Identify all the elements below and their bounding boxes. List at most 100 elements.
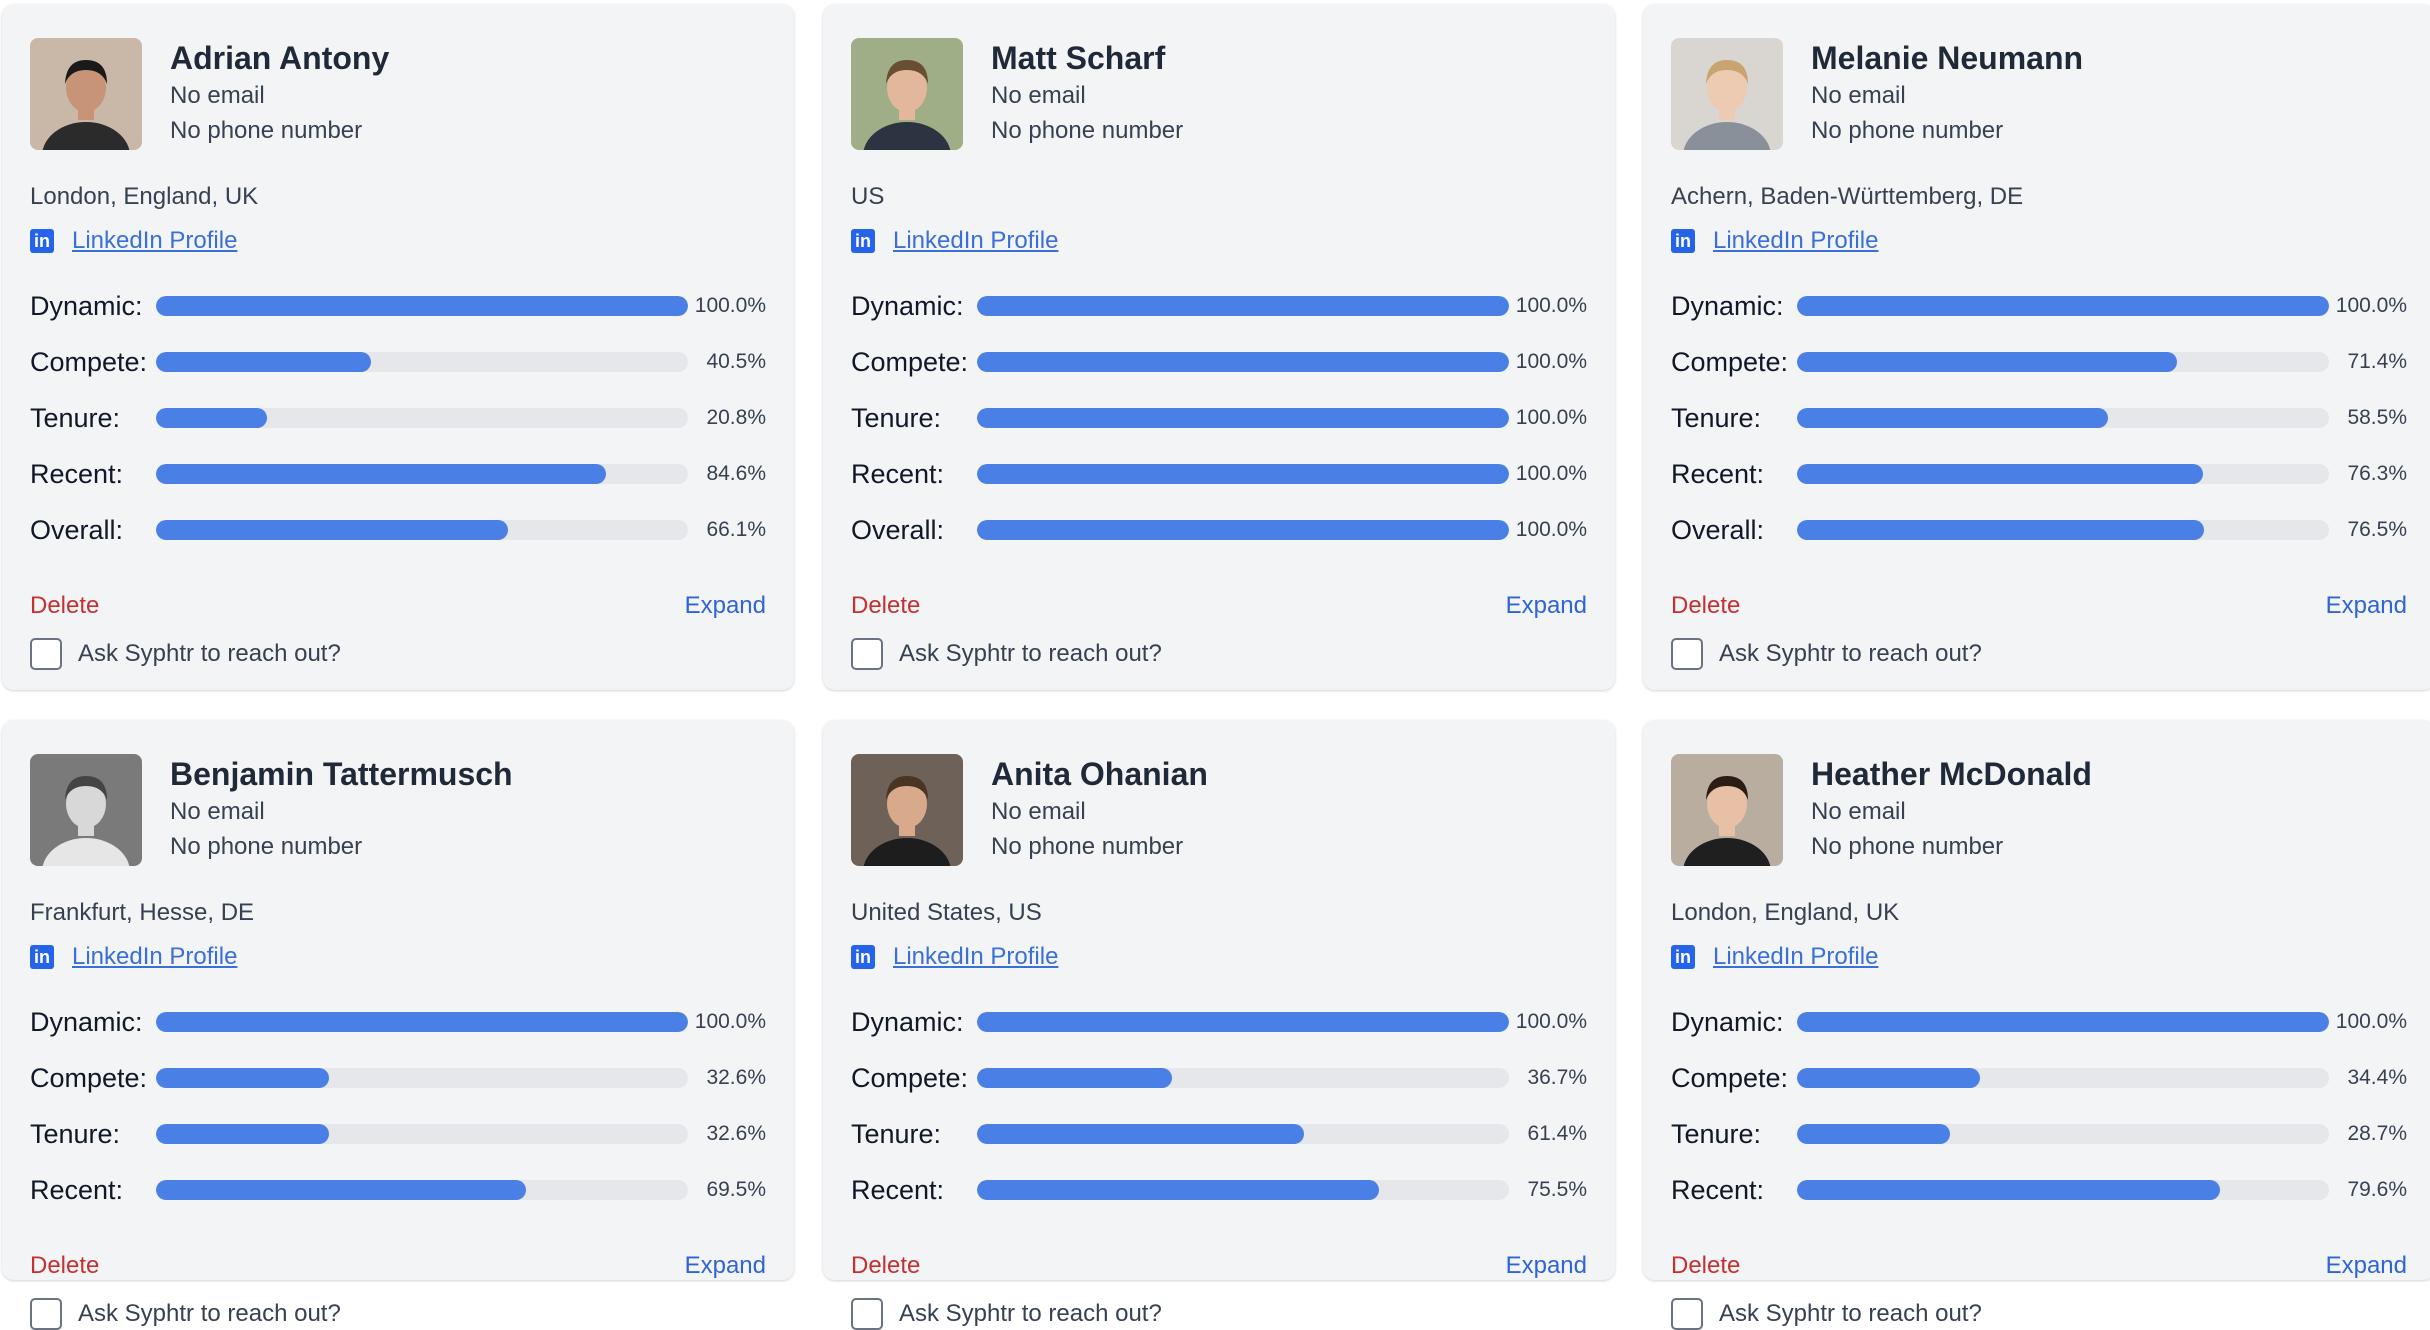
candidate-name: Heather McDonald <box>1811 756 2092 792</box>
candidate-card: Adrian Antony No email No phone number L… <box>2 4 794 690</box>
linkedin-profile-link[interactable]: LinkedIn Profile <box>72 227 237 255</box>
score-metrics: Dynamic: 100.0% Compete: 32.6% Tenure: 3… <box>30 994 766 1218</box>
card-actions: Delete Expand <box>1671 592 2407 620</box>
reach-out-checkbox[interactable] <box>851 638 883 670</box>
metric-bar-track <box>156 1180 688 1200</box>
metric-label: Tenure: <box>851 402 942 433</box>
avatar <box>1671 754 1783 866</box>
metric-label: Compete: <box>30 346 148 377</box>
delete-button[interactable]: Delete <box>1671 592 1740 620</box>
metric-bar-track <box>977 1068 1509 1088</box>
linkedin-profile-link[interactable]: LinkedIn Profile <box>893 943 1058 971</box>
linkedin-icon: in <box>30 945 54 969</box>
delete-button[interactable]: Delete <box>30 1252 99 1280</box>
score-metrics: Dynamic: 100.0% Compete: 71.4% Tenure: 5… <box>1671 278 2407 558</box>
metric-bar-fill <box>977 408 1509 428</box>
metric-label: Dynamic: <box>851 290 964 321</box>
metric-bar-track <box>977 520 1509 540</box>
metric-row: Recent: 84.6% <box>30 446 766 502</box>
metric-label: Tenure: <box>30 402 121 433</box>
card-header: Matt Scharf No email No phone number <box>851 38 1587 150</box>
avatar <box>851 754 963 866</box>
metric-bar-track <box>977 352 1509 372</box>
delete-button[interactable]: Delete <box>851 1252 920 1280</box>
metric-bar-fill <box>1797 1124 1950 1144</box>
delete-button[interactable]: Delete <box>851 592 920 620</box>
metric-value: 20.8% <box>706 406 766 429</box>
delete-button[interactable]: Delete <box>1671 1252 1740 1280</box>
candidate-email: No email <box>991 798 1086 825</box>
expand-button[interactable]: Expand <box>1506 592 1587 620</box>
metric-bar-track <box>977 1012 1509 1032</box>
linkedin-profile-link[interactable]: LinkedIn Profile <box>893 227 1058 255</box>
linkedin-profile-link[interactable]: LinkedIn Profile <box>72 943 237 971</box>
metric-value: 36.7% <box>1527 1066 1587 1089</box>
card-header: Melanie Neumann No email No phone number <box>1671 38 2407 150</box>
metric-row: Tenure: 61.4% <box>851 1106 1587 1162</box>
reach-out-checkbox[interactable] <box>1671 1298 1703 1330</box>
metric-label: Recent: <box>851 1174 945 1205</box>
metric-row: Dynamic: 100.0% <box>30 278 766 334</box>
metric-bar-fill <box>1797 464 2203 484</box>
reach-out-row: Ask Syphtr to reach out? <box>851 638 1587 670</box>
candidate-location: Achern, Baden-Württemberg, DE <box>1671 183 2024 210</box>
expand-button[interactable]: Expand <box>685 592 766 620</box>
linkedin-profile-link[interactable]: LinkedIn Profile <box>1713 943 1878 971</box>
candidate-name: Adrian Antony <box>170 40 390 76</box>
metric-bar-fill <box>977 1124 1304 1144</box>
expand-button[interactable]: Expand <box>1506 1252 1587 1280</box>
expand-button[interactable]: Expand <box>2326 1252 2407 1280</box>
metric-value: 28.7% <box>2347 1122 2407 1145</box>
metric-bar-track <box>156 520 688 540</box>
metric-bar-track <box>1797 408 2329 428</box>
reach-out-row: Ask Syphtr to reach out? <box>30 1298 766 1330</box>
avatar <box>851 38 963 150</box>
metric-value: 34.4% <box>2347 1066 2407 1089</box>
expand-button[interactable]: Expand <box>685 1252 766 1280</box>
metric-row: Dynamic: 100.0% <box>851 994 1587 1050</box>
candidate-email: No email <box>170 82 265 109</box>
metric-bar-fill <box>977 1180 1379 1200</box>
candidate-phone: No phone number <box>1811 833 2004 860</box>
expand-button[interactable]: Expand <box>2326 592 2407 620</box>
metric-value: 32.6% <box>706 1122 766 1145</box>
metric-bar-track <box>156 1068 688 1088</box>
metric-bar-track <box>1797 464 2329 484</box>
metric-row: Compete: 40.5% <box>30 334 766 390</box>
reach-out-checkbox[interactable] <box>1671 638 1703 670</box>
reach-out-checkbox[interactable] <box>851 1298 883 1330</box>
delete-button[interactable]: Delete <box>30 592 99 620</box>
candidate-card: Melanie Neumann No email No phone number… <box>1643 4 2430 690</box>
metric-label: Recent: <box>30 458 124 489</box>
metric-label: Dynamic: <box>1671 290 1784 321</box>
metric-label: Tenure: <box>1671 1118 1762 1149</box>
candidate-info: Benjamin Tattermusch No email No phone n… <box>170 754 513 864</box>
candidate-phone: No phone number <box>991 833 1184 860</box>
metric-label: Tenure: <box>1671 402 1762 433</box>
candidate-phone: No phone number <box>170 117 363 144</box>
linkedin-row: in LinkedIn Profile <box>851 226 1587 256</box>
metric-label: Dynamic: <box>851 1006 964 1037</box>
candidate-info: Melanie Neumann No email No phone number <box>1811 38 2083 148</box>
metric-row: Compete: 32.6% <box>30 1050 766 1106</box>
reach-out-label: Ask Syphtr to reach out? <box>78 1300 341 1327</box>
metric-value: 100.0% <box>1515 518 1587 541</box>
linkedin-row: in LinkedIn Profile <box>1671 942 2407 972</box>
card-actions: Delete Expand <box>30 592 766 620</box>
metric-row: Tenure: 58.5% <box>1671 390 2407 446</box>
candidate-location: London, England, UK <box>1671 899 1900 926</box>
reach-out-checkbox[interactable] <box>30 638 62 670</box>
avatar <box>30 754 142 866</box>
metric-bar-fill <box>156 1012 688 1032</box>
card-header: Benjamin Tattermusch No email No phone n… <box>30 754 766 866</box>
metric-value: 71.4% <box>2347 350 2407 373</box>
metric-value: 100.0% <box>1515 462 1587 485</box>
metric-row: Tenure: 20.8% <box>30 390 766 446</box>
linkedin-profile-link[interactable]: LinkedIn Profile <box>1713 227 1878 255</box>
reach-out-label: Ask Syphtr to reach out? <box>78 640 341 667</box>
metric-value: 100.0% <box>694 1010 766 1033</box>
reach-out-checkbox[interactable] <box>30 1298 62 1330</box>
score-metrics: Dynamic: 100.0% Compete: 34.4% Tenure: 2… <box>1671 994 2407 1218</box>
card-header: Adrian Antony No email No phone number <box>30 38 766 150</box>
linkedin-row: in LinkedIn Profile <box>30 226 766 256</box>
